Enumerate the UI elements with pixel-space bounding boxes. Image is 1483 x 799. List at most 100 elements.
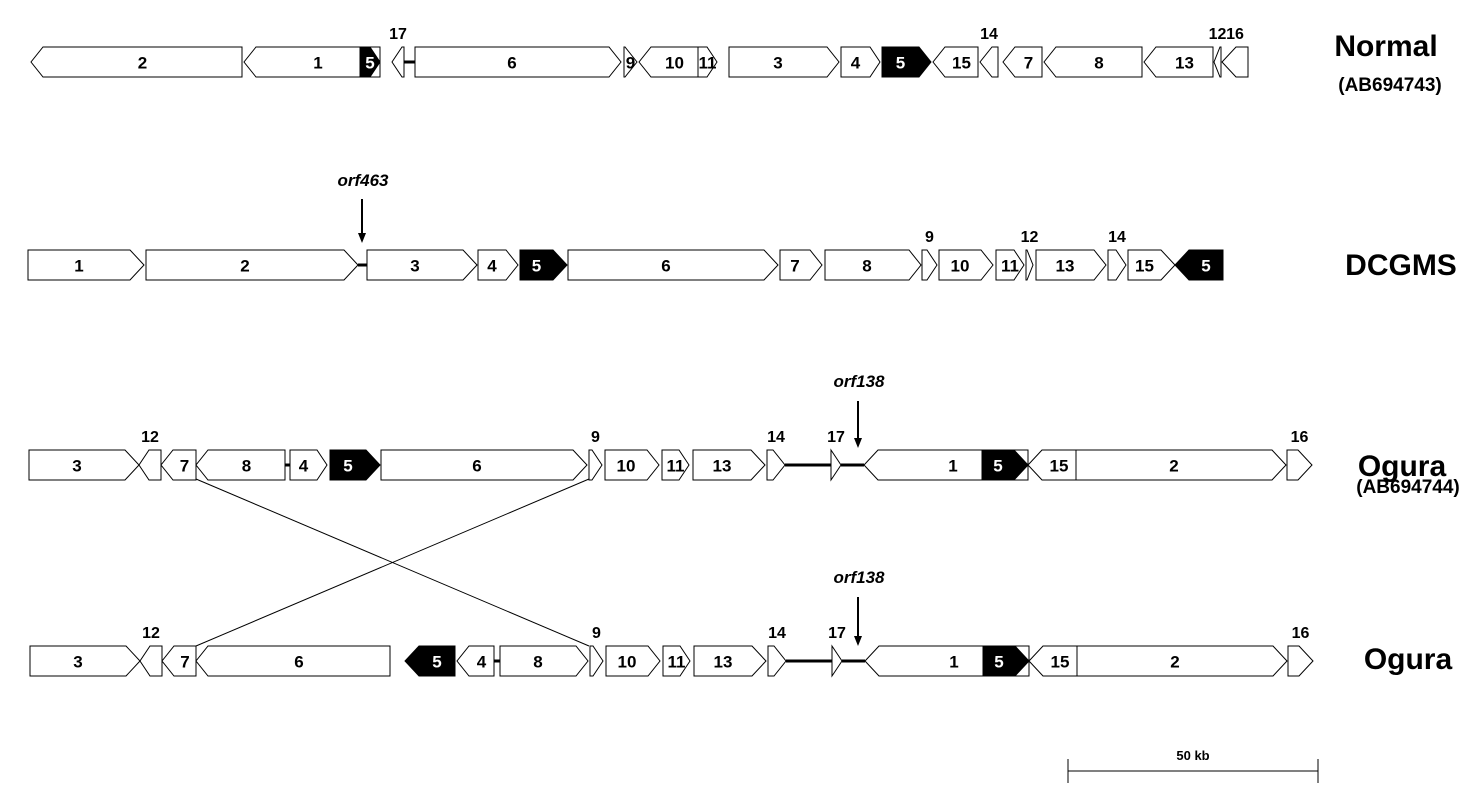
- track-name: DCGMS: [1345, 249, 1457, 282]
- gene-label-above: 16: [1292, 625, 1310, 642]
- gene-8: 8: [1043, 46, 1143, 78]
- gene-11: 11: [995, 249, 1025, 281]
- gene-arrow: [195, 449, 286, 481]
- gene-label: 5: [343, 457, 352, 476]
- gene-label: 6: [472, 457, 481, 476]
- track-4: 3127 6 5 4 8910 11 1314 171 5 15 216Ogura: [29, 625, 1453, 678]
- gene-arrow-highlighted: [329, 449, 381, 481]
- track-1: 2 1 5176 9 10 11 3 4 5 15147 8 1312 16 Normal(AB69474…: [30, 26, 1442, 96]
- inversion-crosslines: [195, 478, 590, 647]
- gene-label: 10: [618, 653, 637, 672]
- gene-arrow: [588, 449, 603, 481]
- gene-3: 3: [728, 46, 840, 78]
- gene-arrow: [1025, 249, 1034, 281]
- gene-5: 5: [329, 449, 381, 481]
- gene-arrow: [830, 448, 842, 482]
- gene-label: 8: [533, 653, 542, 672]
- gene-arrow: [145, 249, 359, 281]
- gene-arrow: [139, 645, 163, 677]
- gene-arrow: [1075, 449, 1287, 481]
- gene-arrow: [195, 645, 391, 677]
- gene-arrow: [831, 644, 843, 678]
- gene-16: 16: [1286, 429, 1313, 481]
- track-name: Ogura: [1364, 643, 1453, 676]
- gene-label: 11: [668, 653, 686, 672]
- gene-label-above: 9: [925, 229, 934, 246]
- gene-arrow: [160, 449, 197, 481]
- gene-15: 15: [1127, 249, 1176, 281]
- gene-arrow-highlighted: [404, 645, 456, 677]
- gene-label: 1: [948, 457, 957, 476]
- gene-13: 13: [692, 449, 766, 481]
- gene-arrow: [921, 249, 938, 281]
- gene-label: 6: [661, 257, 670, 276]
- gene-arrow: [29, 645, 141, 677]
- gene-15: 15: [1028, 645, 1078, 677]
- gene-label: 1: [313, 54, 322, 73]
- gene-arrow: [840, 46, 881, 78]
- gene-10: 10: [638, 46, 699, 78]
- gene-label-above: 14: [980, 26, 998, 43]
- gene-15: 15: [1027, 449, 1077, 481]
- gene-5: 5: [881, 46, 932, 78]
- track-name: Normal: [1334, 30, 1437, 63]
- gene-label: 15: [1050, 457, 1069, 476]
- gene-arrow: [138, 449, 162, 481]
- gene-label: 3: [72, 457, 81, 476]
- gene-label-above: 17: [828, 625, 846, 642]
- gene-17: 17: [827, 429, 845, 482]
- gene-label: 3: [73, 653, 82, 672]
- gene-label: 5: [994, 653, 1003, 672]
- gene-7: 7: [160, 449, 197, 481]
- gene-4: 4: [840, 46, 881, 78]
- gene-arrow: [589, 645, 604, 677]
- gene-label: 6: [294, 653, 303, 672]
- gene-6: 6: [380, 449, 588, 481]
- gene-6: 6: [567, 249, 779, 281]
- gene-16: 16: [1287, 625, 1314, 677]
- gene-arrow: [1076, 645, 1288, 677]
- gene-arrow: [1107, 249, 1127, 281]
- gene-label: 2: [1169, 457, 1178, 476]
- gene-label: 13: [713, 457, 732, 476]
- gene-5: 5: [519, 249, 568, 281]
- gene-9: 9: [589, 625, 604, 677]
- annotations: orf463 orf138 orf138: [337, 171, 885, 646]
- gene-label: 5: [1201, 257, 1210, 276]
- gene-14: 14: [1107, 229, 1127, 281]
- gene-label: 5: [365, 54, 374, 73]
- tracks: 2 1 5176 9 10 11 3 4 5 15147 8 1312 16 Normal(AB69474…: [27, 26, 1460, 678]
- gene-label: 8: [1094, 54, 1103, 73]
- gene-arrow: [161, 645, 197, 677]
- gene-8: 8: [824, 249, 922, 281]
- gene-arrow-highlighted: [881, 46, 932, 78]
- gene-arrow: [391, 46, 405, 78]
- gene-arrow-highlighted: [1174, 249, 1224, 281]
- gene-label-above: 17: [389, 26, 407, 43]
- gene-label: 11: [699, 54, 717, 73]
- gene-11: 11: [697, 46, 718, 78]
- orf-annotation-orf463: orf463: [337, 171, 389, 243]
- gene-label: 7: [1024, 54, 1033, 73]
- gene-13: 13: [693, 645, 767, 677]
- gene-label: 13: [1056, 257, 1075, 276]
- gene-14: 14: [766, 429, 786, 481]
- gene-label: 10: [951, 257, 970, 276]
- gene-7: 7: [1002, 46, 1043, 78]
- gene-label: 2: [138, 54, 147, 73]
- gene-2: 2: [1075, 449, 1287, 481]
- gene-label: 5: [532, 257, 541, 276]
- gene-label: 6: [507, 54, 516, 73]
- gene-label: 2: [1170, 653, 1179, 672]
- track-3: 3127 8 4 5 6910 11 1314 171 5 15 216Ogura(AB694744…: [28, 429, 1460, 498]
- scale-bar-label: 50 kb: [1176, 748, 1209, 763]
- gene-label: 1: [74, 257, 83, 276]
- gene-5: 5: [404, 645, 456, 677]
- gene-label: 3: [410, 257, 419, 276]
- gene-label: 10: [617, 457, 636, 476]
- gene-label: 1: [949, 653, 958, 672]
- gene-13: 13: [1143, 46, 1214, 78]
- gene-4: 4: [289, 449, 328, 481]
- scale-bar: 50 kb: [1067, 748, 1319, 783]
- gene-label: 5: [432, 653, 441, 672]
